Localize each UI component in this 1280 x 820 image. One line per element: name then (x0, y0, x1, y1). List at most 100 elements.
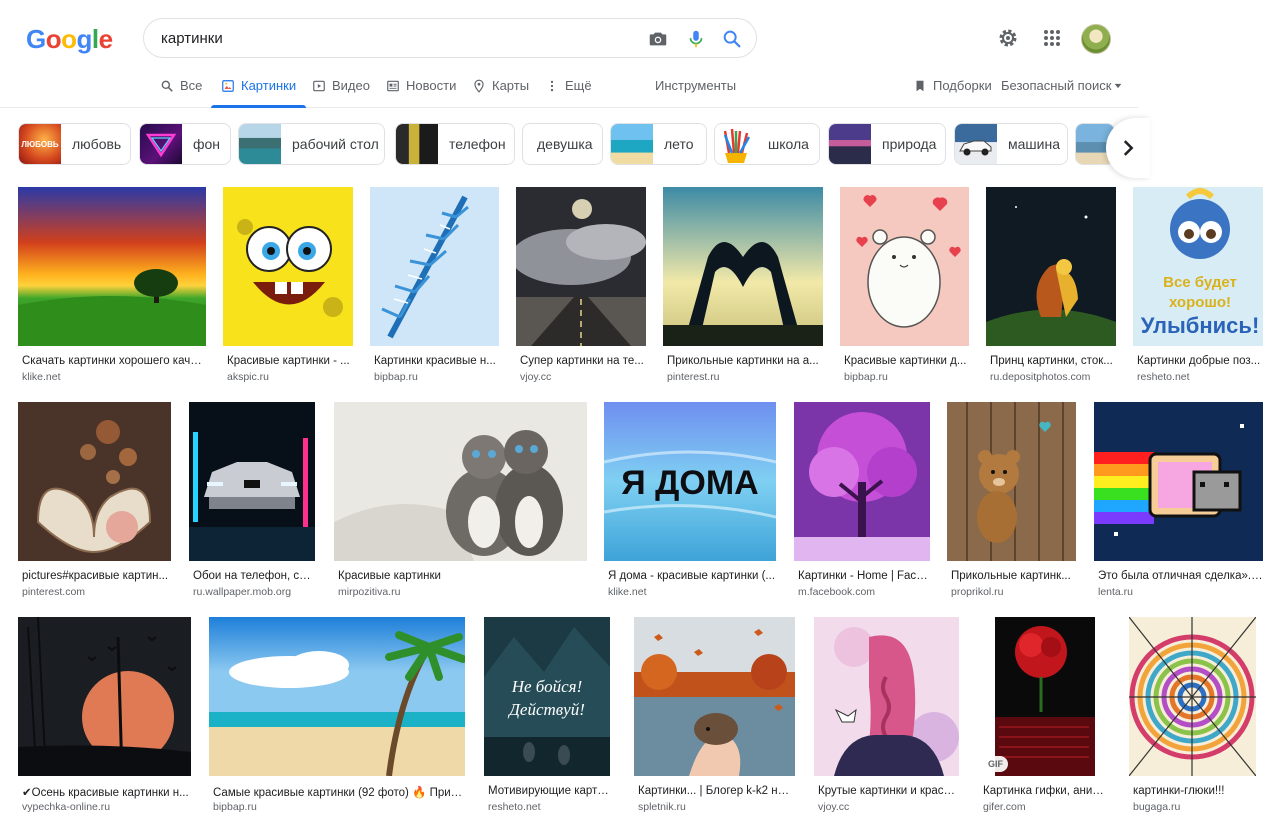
result-thumbnail[interactable]: Не бойся! Действуй! (484, 617, 610, 776)
tab-images[interactable]: Картинки (210, 78, 307, 108)
result-source[interactable]: klike.net (22, 371, 206, 383)
result-title[interactable]: Скачать картинки хорошего каче... (22, 355, 206, 367)
chip-love[interactable]: ЛЮБОВЬ любовь (18, 123, 131, 165)
google-logo[interactable]: Google (26, 24, 113, 55)
result-thumbnail[interactable] (1094, 402, 1263, 561)
result-thumbnail[interactable] (516, 187, 646, 346)
result-source[interactable]: gifer.com (983, 801, 1109, 813)
chip-summer[interactable]: лето (610, 123, 707, 165)
result-title[interactable]: Обои на телефон, ска... (193, 570, 315, 582)
result-source[interactable]: proprikol.ru (951, 586, 1076, 598)
camera-icon[interactable] (647, 28, 669, 50)
result-source[interactable]: ru.depositphotos.com (990, 371, 1116, 383)
result-source[interactable]: ru.wallpaper.mob.org (193, 586, 315, 598)
result-title[interactable]: Принц картинки, сток... (990, 355, 1116, 367)
result-title[interactable]: Картинки... | Блогер k-k2 на ... (638, 785, 795, 797)
result-title[interactable]: pictures#красивые картин... (22, 570, 171, 582)
result-source[interactable]: spletnik.ru (638, 801, 795, 813)
result-title[interactable]: Это была отличная сделка». ... (1098, 570, 1263, 582)
result-title[interactable]: Самые красивые картинки (92 фото) 🔥 Прик… (213, 785, 465, 799)
chip-nature[interactable]: природа (828, 123, 946, 165)
avatar[interactable] (1081, 24, 1111, 54)
search-icon[interactable] (721, 28, 743, 50)
search-input[interactable]: картинки (161, 30, 223, 47)
result-title[interactable]: Крутые картинки и краси... (818, 785, 959, 797)
result-source[interactable]: lenta.ru (1098, 586, 1263, 598)
tab-video[interactable]: Видео (312, 78, 370, 108)
result-title[interactable]: Картинки - Home | Face... (798, 570, 930, 582)
result-thumbnail[interactable] (1129, 617, 1256, 776)
result-source[interactable]: resheto.net (488, 801, 610, 813)
gif-badge: GIF (983, 756, 1008, 772)
tab-label: Все (180, 78, 203, 93)
result-thumbnail[interactable] (18, 402, 171, 561)
chip-label: школа (768, 136, 809, 152)
apps-grid-icon[interactable] (1040, 26, 1064, 50)
chip-car[interactable]: машина (954, 123, 1068, 165)
tab-more[interactable]: Ещё (545, 78, 592, 108)
chip-desktop[interactable]: рабочий стол (238, 123, 385, 165)
result-thumbnail[interactable] (663, 187, 823, 346)
chip-background[interactable]: фон (139, 123, 231, 165)
result-source[interactable]: resheto.net (1137, 371, 1263, 383)
result-title[interactable]: Я дома - красивые картинки (... (608, 570, 776, 582)
result-thumbnail[interactable]: GIF (979, 617, 1109, 776)
result-title[interactable]: картинки-глюки!!! (1133, 785, 1256, 797)
caret-down-icon (1115, 83, 1122, 89)
result-source[interactable]: vjoy.cc (818, 801, 959, 813)
result-thumbnail[interactable] (209, 617, 465, 776)
chip-phone[interactable]: телефон (395, 123, 515, 165)
result-source[interactable]: mirpozitiva.ru (338, 586, 587, 598)
result-thumbnail[interactable] (986, 187, 1116, 346)
more-vert-icon (550, 80, 554, 92)
gear-icon[interactable] (996, 26, 1020, 50)
result-source[interactable]: pinterest.com (22, 586, 171, 598)
result-source[interactable]: vypechka-online.ru (22, 801, 191, 813)
result-thumbnail[interactable] (814, 617, 959, 776)
result-title[interactable]: ✔Осень красивые картинки н... (22, 785, 191, 799)
result-title[interactable]: Картинки добрые поз... (1137, 355, 1263, 367)
result-title[interactable]: Прикольные картинк... (951, 570, 1076, 582)
result-title[interactable]: Прикольные картинки на а... (667, 355, 823, 367)
result-source[interactable]: bipbap.ru (213, 801, 465, 813)
result-source[interactable]: klike.net (608, 586, 776, 598)
result-thumbnail[interactable] (18, 617, 191, 776)
result-source[interactable]: bipbap.ru (374, 371, 499, 383)
result-thumbnail[interactable] (370, 187, 499, 346)
result-title[interactable]: Картинка гифки, аним... (983, 785, 1109, 797)
result-title[interactable]: Мотивирующие карти... (488, 785, 610, 797)
result-thumbnail[interactable] (794, 402, 930, 561)
chip-school[interactable]: школа (714, 123, 820, 165)
result-title[interactable]: Красивые картинки (338, 570, 587, 582)
result-title[interactable]: Картинки красивые н... (374, 355, 499, 367)
microphone-icon[interactable] (685, 28, 707, 50)
safesearch-dropdown[interactable]: Безопасный поиск (1001, 78, 1123, 108)
result-source[interactable]: pinterest.ru (667, 371, 823, 383)
search-box[interactable]: картинки (143, 18, 757, 58)
result-thumbnail[interactable] (840, 187, 969, 346)
result-thumbnail[interactable] (634, 617, 795, 776)
chip-thumb: ЛЮБОВЬ (19, 124, 61, 164)
tab-news[interactable]: Новости (386, 78, 456, 108)
result-thumbnail[interactable] (334, 402, 587, 561)
result-title[interactable]: Красивые картинки - ... (227, 355, 353, 367)
result-title[interactable]: Супер картинки на те... (520, 355, 646, 367)
result-source[interactable]: bipbap.ru (844, 371, 969, 383)
result-source[interactable]: bugaga.ru (1133, 801, 1256, 813)
result-thumbnail[interactable] (189, 402, 315, 561)
tab-all[interactable]: Все (160, 78, 202, 108)
result-thumbnail[interactable]: Все будет хорошо! Улыбнись! (1133, 187, 1263, 346)
result-source[interactable]: vjoy.cc (520, 371, 646, 383)
result-source[interactable]: akspic.ru (227, 371, 353, 383)
result-source[interactable]: m.facebook.com (798, 586, 930, 598)
image-caption: Все будет (1163, 274, 1237, 291)
collections-button[interactable]: Подборки (913, 78, 992, 108)
result-thumbnail[interactable] (223, 187, 353, 346)
result-thumbnail[interactable] (947, 402, 1076, 561)
result-thumbnail[interactable]: Я ДОМА (604, 402, 776, 561)
result-title[interactable]: Красивые картинки д... (844, 355, 969, 367)
tab-maps[interactable]: Карты (472, 78, 529, 108)
chip-girl[interactable]: девушка (522, 123, 603, 165)
tools-button[interactable]: Инструменты (655, 78, 736, 108)
result-thumbnail[interactable] (18, 187, 206, 346)
